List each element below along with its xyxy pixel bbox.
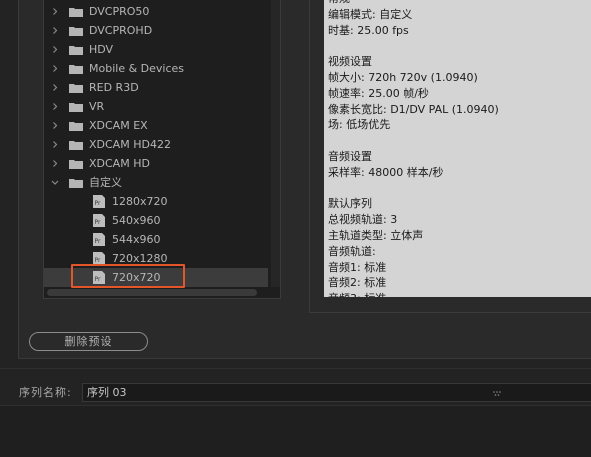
tree-folder-item[interactable]: XDCAM EX (44, 116, 268, 135)
svg-text:Pr: Pr (95, 219, 102, 226)
tree-folder-item[interactable]: HDV (44, 40, 268, 59)
chevron-right-icon[interactable] (50, 21, 60, 40)
chevron-right-icon[interactable] (50, 40, 60, 59)
description-line: 场: 低场优先 (328, 118, 391, 132)
description-line: 音频3: 标准 (328, 291, 386, 297)
bottom-panel (0, 405, 591, 457)
chevron-right-icon[interactable] (50, 2, 60, 21)
tree-item-label: RED R3D (89, 81, 139, 94)
tree-folder-item[interactable]: Mobile & Devices (44, 59, 268, 78)
description-line: 时基: 25.00 fps (328, 23, 409, 37)
field-resize-grip-icon (493, 391, 501, 396)
description-line: 采样率: 48000 样本/秒 (328, 165, 444, 179)
tree-preset-item[interactable]: Pr 540x960 (44, 211, 268, 230)
chevron-right-icon[interactable] (50, 154, 60, 173)
folder-icon (69, 141, 83, 150)
chevron-right-icon[interactable] (50, 97, 60, 116)
tree-item-label: Mobile & Devices (89, 62, 185, 75)
chevron-right-icon[interactable] (50, 59, 60, 78)
svg-text:Pr: Pr (95, 257, 102, 264)
tree-item-label: 自定义 (89, 176, 122, 189)
description-line: 默认序列 (328, 197, 372, 211)
folder-icon (69, 103, 83, 112)
description-line: 总视频轨道: 3 (328, 213, 398, 227)
tree-vertical-scrollbar-track[interactable] (271, 0, 280, 287)
description-line: 主轨道类型: 立体声 (328, 229, 424, 242)
tree-folder-item[interactable]: XDCAM HD422 (44, 135, 268, 154)
tree-folder-item[interactable]: VR (44, 97, 268, 116)
tree-item-label: DVCPROHD (89, 24, 153, 37)
tree-item-label: XDCAM HD422 (89, 138, 171, 151)
preset-file-icon: Pr (93, 233, 105, 246)
svg-text:Pr: Pr (95, 238, 102, 245)
folder-icon (69, 179, 83, 188)
tree-folder-item[interactable]: RED R3D (44, 78, 268, 97)
description-line: 音频设置 (328, 150, 372, 163)
chevron-right-icon[interactable] (50, 116, 60, 135)
tree-item-label: HDV (89, 43, 114, 56)
description-line: 音频1: 标准 (328, 260, 387, 274)
folder-icon (69, 160, 83, 169)
tree-folder-item[interactable]: DVCPROHD (44, 21, 268, 40)
selection-highlight-annotation (71, 264, 185, 288)
description-line: 帧大小: 720h 720v (1.0940) (328, 71, 478, 84)
description-line: 视频设置 (328, 55, 372, 69)
preset-file-icon: Pr (93, 195, 105, 208)
description-line: 音频2: 标准 (328, 276, 387, 290)
delete-preset-button[interactable]: 删除预设 (29, 332, 148, 351)
description-line: 音频轨道: (328, 244, 376, 258)
tree-preset-item[interactable]: Pr 1280x720 (44, 192, 268, 211)
preset-file-icon: Pr (93, 214, 105, 227)
tree-horizontal-scrollbar[interactable] (47, 289, 257, 296)
description-line: 帧速率: 25.00 帧/秒 (328, 86, 429, 100)
description-line: 编辑模式: 自定义 (328, 7, 413, 21)
section-divider (0, 368, 591, 369)
folder-icon (69, 8, 83, 17)
tree-folder-item[interactable]: 自定义 (44, 173, 268, 192)
folder-icon (69, 46, 83, 55)
tree-item-label: XDCAM EX (89, 119, 148, 132)
folder-icon (69, 84, 83, 93)
description-line: 像素长宽比: D1/DV PAL (1.0940) (328, 102, 499, 116)
tree-item-label: 1280x720 (112, 195, 168, 208)
folder-icon (69, 65, 83, 74)
chevron-right-icon[interactable] (50, 135, 60, 154)
preset-tree: DVCPRO50 DVCPROHD HDV Mobile & Devices RED R… (43, 0, 281, 299)
tree-item-label: 544x960 (112, 233, 161, 246)
preset-description-panel: 常规 编辑模式: 自定义 时基: 25.00 fps视频设置 帧大小: 720h… (324, 0, 591, 297)
tree-item-label: VR (89, 100, 105, 113)
tree-item-label: XDCAM HD (89, 157, 150, 170)
tree-folder-item[interactable]: DVCPRO50 (44, 2, 268, 21)
sequence-name-label: 序列名称: (19, 386, 72, 399)
folder-icon (69, 122, 83, 131)
folder-icon (69, 27, 83, 36)
chevron-down-icon[interactable] (50, 173, 60, 192)
chevron-right-icon[interactable] (50, 78, 60, 97)
sequence-name-input[interactable]: 序列 03 (82, 383, 591, 402)
tree-preset-item[interactable]: Pr 544x960 (44, 230, 268, 249)
tree-item-label: DVCPRO50 (89, 5, 150, 18)
svg-text:Pr: Pr (95, 200, 102, 207)
tree-item-label: 540x960 (112, 214, 161, 227)
tree-folder-item[interactable]: XDCAM HD (44, 154, 268, 173)
